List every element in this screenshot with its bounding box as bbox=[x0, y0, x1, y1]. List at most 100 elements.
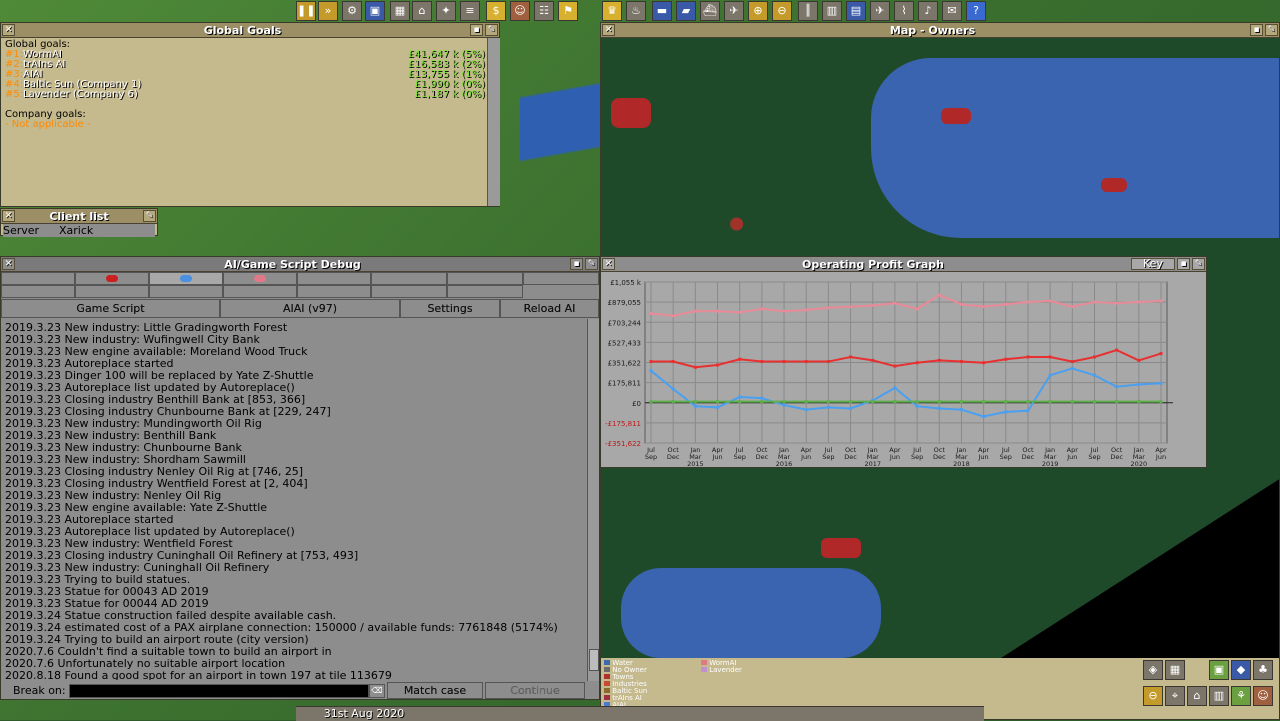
reload-ai-button[interactable]: Reload AI bbox=[500, 299, 599, 318]
close-icon[interactable]: ✕ bbox=[2, 210, 15, 222]
data-point bbox=[871, 358, 875, 362]
map-titlebar[interactable]: ✕ Map - Owners ▪ ✎ bbox=[601, 23, 1279, 38]
goal-name: WormAI bbox=[23, 49, 62, 60]
shade-icon[interactable]: ▪ bbox=[1250, 24, 1263, 36]
shade-icon[interactable]: ▪ bbox=[470, 24, 483, 36]
match-case-button[interactable]: Match case bbox=[387, 682, 483, 699]
sound-icon[interactable]: ♪ bbox=[918, 1, 938, 21]
owners-map-icon[interactable]: ▥ bbox=[1209, 686, 1229, 706]
pin-icon[interactable]: ✎ bbox=[1192, 258, 1205, 270]
league-trophy-icon[interactable]: ♛ bbox=[602, 1, 622, 21]
pin-icon[interactable]: ✎ bbox=[143, 210, 156, 222]
routes-map-icon[interactable]: ◆ bbox=[1231, 660, 1251, 680]
company-slot-2[interactable] bbox=[149, 272, 223, 285]
shade-icon[interactable]: ▪ bbox=[1177, 258, 1190, 270]
station-list-icon[interactable]: ≡ bbox=[460, 1, 480, 21]
continue-button[interactable]: Continue bbox=[485, 682, 585, 699]
close-icon[interactable]: ✕ bbox=[602, 258, 615, 270]
build-airport-icon[interactable]: ✈ bbox=[870, 1, 890, 21]
industries-icon[interactable]: ♨ bbox=[626, 1, 646, 21]
close-icon[interactable]: ✕ bbox=[602, 24, 615, 36]
graph-titlebar[interactable]: ✕ Operating Profit Graph Key ▪ ✎ bbox=[601, 257, 1206, 272]
company-slot-empty[interactable] bbox=[371, 272, 447, 285]
close-icon[interactable]: ✕ bbox=[2, 24, 15, 36]
vehicles-map-icon[interactable]: ▦ bbox=[1165, 660, 1185, 680]
key-button[interactable]: Key bbox=[1131, 258, 1175, 270]
road-vehicles-icon[interactable]: ▰ bbox=[676, 1, 696, 21]
data-point bbox=[782, 403, 786, 407]
goals-scrollbar[interactable] bbox=[487, 38, 500, 206]
settings-gear-icon[interactable]: ⚙ bbox=[342, 1, 362, 21]
clear-input-icon[interactable]: ⌫ bbox=[369, 684, 385, 698]
company-slot-empty[interactable] bbox=[297, 285, 371, 298]
ships-icon[interactable]: ⛴ bbox=[700, 1, 720, 21]
client-row[interactable]: Server Xarick bbox=[3, 224, 155, 237]
pin-icon[interactable]: ✎ bbox=[485, 24, 498, 36]
owner-face-icon[interactable]: ☺ bbox=[1253, 686, 1273, 706]
minimap-icon[interactable]: ▦ bbox=[390, 1, 410, 21]
company-slot-3[interactable] bbox=[223, 272, 297, 285]
company-slot-empty[interactable] bbox=[223, 285, 297, 298]
company-face-icon[interactable]: ☺ bbox=[510, 1, 530, 21]
fast-forward-icon[interactable]: » bbox=[318, 1, 338, 21]
status-bar: 31st Aug 2020 bbox=[296, 706, 984, 721]
game-script-button[interactable]: Game Script bbox=[1, 299, 220, 318]
data-point bbox=[716, 309, 720, 313]
settings-button[interactable]: Settings bbox=[400, 299, 500, 318]
company-slot-empty[interactable] bbox=[447, 285, 523, 298]
zoom-in-icon[interactable]: ⊕ bbox=[748, 1, 768, 21]
build-road-icon[interactable]: ▥ bbox=[822, 1, 842, 21]
save-disk-icon[interactable]: ▣ bbox=[365, 1, 385, 21]
build-docks-icon[interactable]: ▤ bbox=[846, 1, 866, 21]
story-icon[interactable]: ☷ bbox=[534, 1, 554, 21]
data-point bbox=[1004, 400, 1008, 404]
toggle-towns-icon[interactable]: ⌂ bbox=[1187, 686, 1207, 706]
data-point bbox=[1048, 400, 1052, 404]
company-slot-empty[interactable] bbox=[371, 285, 447, 298]
pin-icon[interactable]: ✎ bbox=[1265, 24, 1278, 36]
subsidies-icon[interactable]: ✦ bbox=[436, 1, 456, 21]
zoom-out-icon[interactable]: ⊖ bbox=[772, 1, 792, 21]
pause-icon[interactable]: ❚❚ bbox=[296, 1, 316, 21]
zoom-out-map-icon[interactable]: ⊖ bbox=[1143, 686, 1163, 706]
industries-map-icon[interactable]: ▣ bbox=[1209, 660, 1229, 680]
help-icon[interactable]: ? bbox=[966, 1, 986, 21]
data-point bbox=[849, 400, 853, 404]
data-point bbox=[671, 360, 675, 364]
messages-icon[interactable]: ✉ bbox=[942, 1, 962, 21]
debug-log: 2019.3.23 New industry: Little Gradingwo… bbox=[5, 322, 585, 680]
contours-icon[interactable]: ◈ bbox=[1143, 660, 1163, 680]
client-list-titlebar[interactable]: ✕ Client list ✎ bbox=[1, 209, 157, 224]
company-slot-empty[interactable] bbox=[1, 285, 75, 298]
build-rail-icon[interactable]: ║ bbox=[798, 1, 818, 21]
company-slot-empty[interactable] bbox=[523, 272, 599, 285]
close-icon[interactable]: ✕ bbox=[2, 258, 15, 270]
company-slot-empty[interactable] bbox=[297, 272, 371, 285]
trains-icon[interactable]: ▬ bbox=[652, 1, 672, 21]
debug-action-bar: Game Script AIAI (v97) Settings Reload A… bbox=[1, 299, 599, 319]
link-map-icon[interactable]: ⚘ bbox=[1231, 686, 1251, 706]
aircraft-icon[interactable]: ✈ bbox=[724, 1, 744, 21]
scroll-thumb[interactable] bbox=[589, 649, 599, 671]
finances-icon[interactable]: $ bbox=[486, 1, 506, 21]
company-slot-empty[interactable] bbox=[149, 285, 223, 298]
data-point bbox=[1092, 373, 1096, 377]
company-slot-1[interactable] bbox=[75, 272, 149, 285]
break-on-input[interactable] bbox=[69, 684, 369, 698]
ai-debug-titlebar[interactable]: ✕ AI/Game Script Debug ▪ ✎ bbox=[1, 257, 599, 272]
center-map-icon[interactable]: ⌖ bbox=[1165, 686, 1185, 706]
town-directory-icon[interactable]: ⌂ bbox=[412, 1, 432, 21]
company-slot-empty[interactable] bbox=[1, 272, 75, 285]
data-point bbox=[1092, 400, 1096, 404]
data-point bbox=[871, 303, 875, 307]
landscaping-icon[interactable]: ⌇ bbox=[894, 1, 914, 21]
pin-icon[interactable]: ✎ bbox=[585, 258, 598, 270]
global-goals-titlebar[interactable]: ✕ Global Goals ▪ ✎ bbox=[1, 23, 499, 38]
goals-flag-icon[interactable]: ⚑ bbox=[558, 1, 578, 21]
vegetation-map-icon[interactable]: ♣ bbox=[1253, 660, 1273, 680]
shade-icon[interactable]: ▪ bbox=[570, 258, 583, 270]
ai-name-button[interactable]: AIAI (v97) bbox=[220, 299, 400, 318]
company-slot-empty[interactable] bbox=[75, 285, 149, 298]
log-scrollbar[interactable] bbox=[587, 319, 599, 681]
company-slot-empty[interactable] bbox=[447, 272, 523, 285]
